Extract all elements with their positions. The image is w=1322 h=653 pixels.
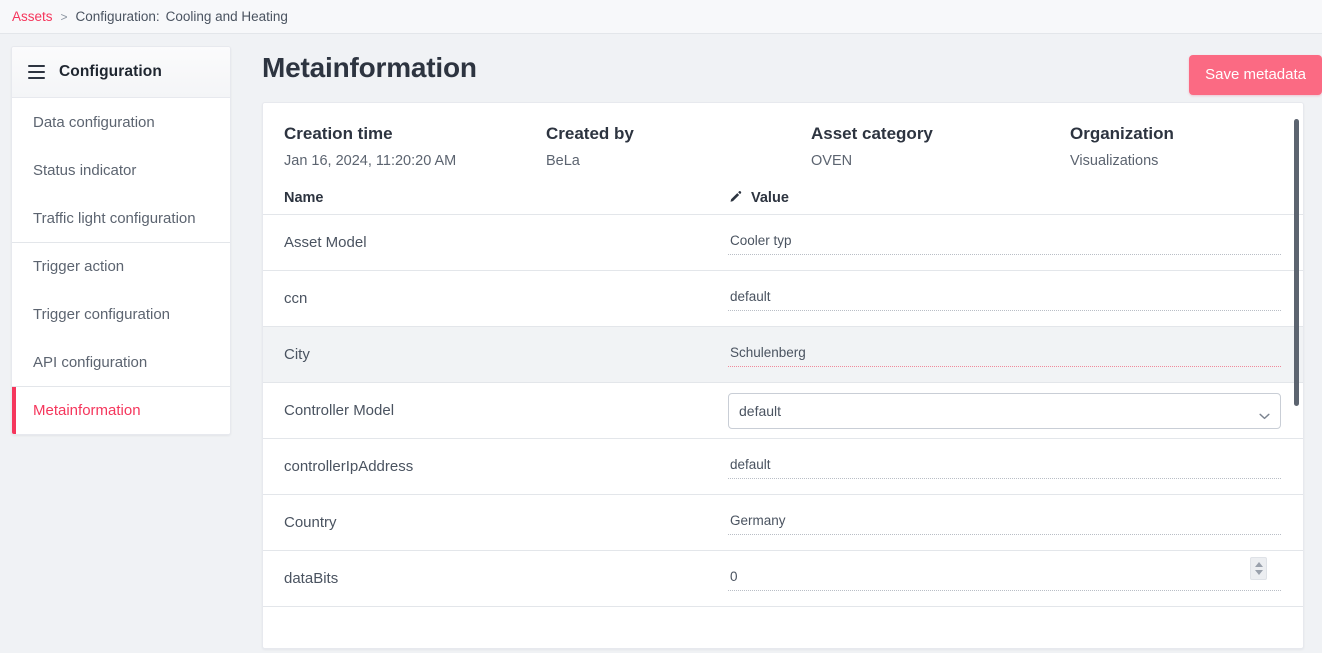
value-input-ccn[interactable] xyxy=(728,286,1281,311)
sidebar-item-traffic-light-configuration[interactable]: Traffic light configuration xyxy=(12,194,230,242)
row-value xyxy=(728,342,1281,367)
summary-label: Asset category xyxy=(811,124,933,143)
summary-label: Created by xyxy=(546,124,634,143)
sidebar-item-trigger-action[interactable]: Trigger action xyxy=(12,242,230,290)
breadcrumb-link-assets[interactable]: Assets xyxy=(12,9,53,24)
table-header: Name Value xyxy=(263,181,1303,215)
stepper-down-icon[interactable] xyxy=(1254,570,1263,575)
breadcrumb-current: Configuration: Cooling and Heating xyxy=(76,9,288,24)
sidebar-item-metainformation[interactable]: Metainformation xyxy=(12,386,230,434)
table-row[interactable]: Country xyxy=(263,495,1303,551)
sidebar: Configuration Data configuration Status … xyxy=(0,34,260,653)
value-input-asset-model[interactable] xyxy=(728,230,1281,255)
row-value xyxy=(728,510,1281,535)
summary-value: BeLa xyxy=(546,153,580,169)
row-value xyxy=(728,454,1281,479)
stepper-up-icon[interactable] xyxy=(1254,562,1263,567)
pencil-icon xyxy=(728,190,743,205)
sidebar-item-label: Trigger action xyxy=(33,258,125,275)
summary-value: Jan 16, 2024, 11:20:20 AM xyxy=(284,153,457,169)
summary-organization: Organization Visualizations xyxy=(1070,124,1174,169)
row-name: ccn xyxy=(284,290,308,307)
hamburger-icon[interactable] xyxy=(28,65,45,79)
metadata-rows: Asset Model ccn City xyxy=(263,215,1303,631)
column-header-value: Value xyxy=(728,190,789,206)
table-row[interactable]: Controller Model default xyxy=(263,383,1303,439)
breadcrumb-separator-icon: > xyxy=(60,9,68,24)
table-row[interactable]: ccn xyxy=(263,271,1303,327)
breadcrumb: Assets > Configuration: Cooling and Heati… xyxy=(0,0,1322,34)
page-title: Metainformation xyxy=(262,52,477,83)
metainformation-card: Creation time Jan 16, 2024, 11:20:20 AM … xyxy=(262,102,1304,649)
sidebar-item-data-configuration[interactable]: Data configuration xyxy=(12,98,230,146)
sidebar-item-label: API configuration xyxy=(33,353,148,371)
row-name: City xyxy=(284,346,310,363)
summary-label: Organization xyxy=(1070,124,1174,143)
row-value xyxy=(728,286,1281,311)
row-value xyxy=(728,230,1281,255)
summary-asset-category: Asset category OVEN xyxy=(811,124,1070,169)
main-content: Metainformation Save metadata Creation t… xyxy=(260,34,1322,653)
sidebar-item-status-indicator[interactable]: Status indicator xyxy=(12,146,230,194)
sidebar-item-label: Metainformation xyxy=(33,402,141,419)
table-row[interactable]: City xyxy=(263,327,1303,383)
row-name: controllerIpAddress xyxy=(284,458,414,475)
sidebar-card: Configuration Data configuration Status … xyxy=(11,46,231,435)
summary-created-by: Created by BeLa xyxy=(546,124,811,169)
select-wrapper: default xyxy=(728,392,1281,429)
asset-summary: Creation time Jan 16, 2024, 11:20:20 AM … xyxy=(263,103,1303,181)
breadcrumb-current-prefix: Configuration: xyxy=(75,9,160,24)
column-header-name: Name xyxy=(284,189,324,206)
sidebar-item-api-configuration[interactable]: API configuration xyxy=(12,338,230,386)
table-row[interactable]: Asset Model xyxy=(263,215,1303,271)
value-input-city[interactable] xyxy=(728,342,1281,367)
breadcrumb-current-name: Cooling and Heating xyxy=(165,9,288,24)
value-input-country[interactable] xyxy=(728,510,1281,535)
row-name: Controller Model xyxy=(284,402,395,419)
main-header: Metainformation Save metadata xyxy=(260,44,1322,102)
page-body: Configuration Data configuration Status … xyxy=(0,34,1322,653)
table-row[interactable]: dataBits xyxy=(263,551,1303,607)
sidebar-header: Configuration xyxy=(12,47,230,98)
table-row[interactable]: controllerIpAddress xyxy=(263,439,1303,495)
save-metadata-button[interactable]: Save metadata xyxy=(1189,55,1322,95)
summary-value: Visualizations xyxy=(1070,153,1159,169)
sidebar-item-trigger-configuration[interactable]: Trigger configuration xyxy=(12,290,230,338)
value-select-controller-model[interactable]: default xyxy=(728,392,1281,429)
summary-creation-time: Creation time Jan 16, 2024, 11:20:20 AM xyxy=(284,124,546,169)
column-header-value-label: Value xyxy=(751,189,789,206)
row-value xyxy=(728,557,1281,591)
sidebar-item-label: Trigger configuration xyxy=(33,305,171,323)
summary-label: Creation time xyxy=(284,124,393,143)
sidebar-item-label: Data configuration xyxy=(33,113,155,131)
row-name: Country xyxy=(284,514,337,531)
value-input-databits[interactable] xyxy=(728,566,1281,591)
sidebar-title: Configuration xyxy=(59,63,162,80)
value-input-controller-ip-address[interactable] xyxy=(728,454,1281,479)
row-name: Asset Model xyxy=(284,234,367,251)
sidebar-item-label: Status indicator xyxy=(33,161,137,179)
summary-value: OVEN xyxy=(811,153,853,169)
row-value: default xyxy=(728,392,1281,429)
quantity-stepper[interactable] xyxy=(1250,557,1267,580)
card-vertical-scrollbar[interactable] xyxy=(1294,119,1299,406)
number-wrapper xyxy=(728,557,1281,591)
row-name: dataBits xyxy=(284,570,339,587)
sidebar-item-label: Traffic light configuration xyxy=(33,209,196,227)
